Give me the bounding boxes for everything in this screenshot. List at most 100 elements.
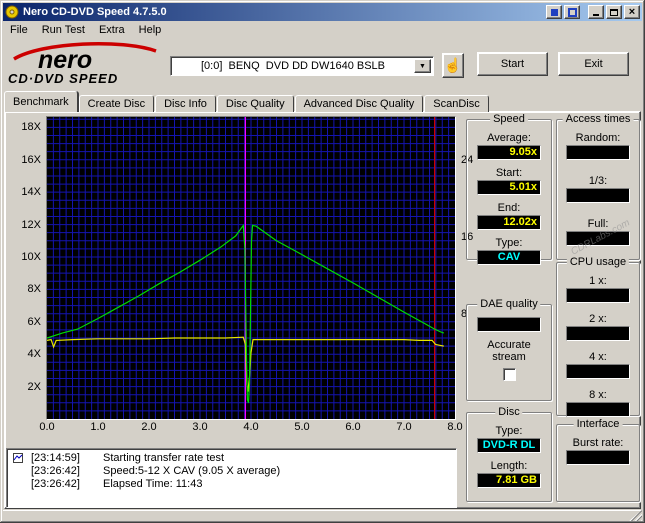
tab-disc-info[interactable]: Disc Info xyxy=(155,95,216,112)
log-message: Speed:5-12 X CAV (9.05 X average) xyxy=(103,465,281,477)
speed-start-label: Start: xyxy=(495,167,523,179)
x-tick-8-0: 8.0 xyxy=(447,421,463,433)
close-button[interactable]: × xyxy=(624,5,640,19)
y-tick-18x: 18X xyxy=(21,121,41,134)
interface-burst-rate-value xyxy=(566,450,630,465)
y-tick-16x: 16X xyxy=(21,153,41,166)
nero-logo: nero CD·DVD SPEED xyxy=(4,41,164,90)
maximize-button[interactable] xyxy=(606,5,622,19)
log-message: Elapsed Time: 11:43 xyxy=(103,478,203,490)
close-icon: × xyxy=(628,6,636,18)
log-line: [23:14:59] Starting transfer rate test xyxy=(9,452,454,465)
app-window: Nero CD-DVD Speed 4.7.5.0 × File Run Test… xyxy=(0,0,645,523)
speed-panel: Speed Average: 9.05x Start: 5.01x End: 12.02x… xyxy=(466,113,552,265)
menu-extra[interactable]: Extra xyxy=(92,22,132,38)
log-timestamp: [23:14:59] xyxy=(31,452,80,464)
cpu-8x-value xyxy=(566,402,630,417)
x-tick-1-0: 1.0 xyxy=(90,421,106,433)
x-tick-7-0: 7.0 xyxy=(396,421,412,433)
speed-end-label: End: xyxy=(497,202,521,214)
disc-panel: Disc Type: DVD-R DL Length: 7.81 GB xyxy=(466,406,552,502)
access-random-value xyxy=(566,145,630,160)
drive-select[interactable]: [0:0] BENQ DVD DD DW1640 BSLB ▼ xyxy=(170,56,434,76)
disc-panel-title: Disc xyxy=(495,406,523,418)
menu-help[interactable]: Help xyxy=(132,22,169,38)
y-tick-2x: 2X xyxy=(27,380,41,393)
resize-grip[interactable] xyxy=(629,510,642,521)
window-icon xyxy=(567,7,577,17)
y-tick-8x: 8X xyxy=(27,283,41,296)
app-disc-icon xyxy=(5,5,19,19)
speed-average-label: Average: xyxy=(487,132,531,144)
cpu-4x-value xyxy=(566,364,630,379)
x-tick-6-0: 6.0 xyxy=(345,421,361,433)
titlebar-extra-button-1[interactable] xyxy=(546,5,562,19)
transfer-test-icon xyxy=(13,453,23,463)
blue-square-icon xyxy=(550,8,558,16)
x-tick-4-0: 4.0 xyxy=(243,421,259,433)
tab-disc-quality[interactable]: Disc Quality xyxy=(216,95,294,112)
y-tick-6x: 6X xyxy=(27,315,41,328)
cpu-1x-label: 1 x: xyxy=(589,275,607,287)
exit-button[interactable]: Exit xyxy=(558,52,629,76)
dae-quality-panel: DAE quality Accurate stream xyxy=(466,298,552,401)
titlebar-extra-button-2[interactable] xyxy=(564,5,580,19)
cpu-usage-panel: CPU usage 1 x: 2 x: 4 x: 8 x: xyxy=(556,256,640,417)
interface-burst-rate-label: Burst rate: xyxy=(572,437,624,449)
logo-brand: nero xyxy=(38,46,92,74)
log-line: [23:26:42] Elapsed Time: 11:43 xyxy=(9,478,454,491)
access-random-label: Random: xyxy=(575,132,621,144)
log-timestamp: [23:26:42] xyxy=(31,465,80,477)
minimize-icon xyxy=(593,14,599,16)
access-one-third-label: 1/3: xyxy=(588,175,608,187)
y-tick-14x: 14X xyxy=(21,186,41,199)
tab-create-disc[interactable]: Create Disc xyxy=(78,95,155,112)
menu-file[interactable]: File xyxy=(3,22,35,38)
maximize-icon xyxy=(610,8,618,16)
disc-type-value: DVD-R DL xyxy=(477,438,541,453)
disc-length-value: 7.81 GB xyxy=(477,473,541,488)
y-tick-10x: 10X xyxy=(21,250,41,263)
tab-advanced-disc-quality[interactable]: Advanced Disc Quality xyxy=(294,95,424,112)
y-tick-4x: 4X xyxy=(27,348,41,361)
log-message: Starting transfer rate test xyxy=(103,452,225,464)
interface-panel-title: Interface xyxy=(573,418,623,430)
access-times-panel: Access times Random: 1/3: Full: xyxy=(556,113,640,260)
start-button[interactable]: Start xyxy=(477,52,548,76)
dae-quality-value xyxy=(477,317,541,332)
cpu-2x-value xyxy=(566,326,630,341)
accurate-stream-checkbox[interactable] xyxy=(502,368,516,381)
access-full-value xyxy=(566,231,630,246)
cpu-1x-value xyxy=(566,288,630,303)
hand-tool-button[interactable]: ☝ xyxy=(442,53,464,78)
tab-benchmark[interactable]: Benchmark xyxy=(4,91,78,112)
benchmark-chart xyxy=(46,116,456,420)
cpu-usage-panel-title: CPU usage xyxy=(566,256,630,268)
y-tick-12x: 12X xyxy=(21,218,41,231)
titlebar[interactable]: Nero CD-DVD Speed 4.7.5.0 × xyxy=(3,3,642,21)
menu-run-test[interactable]: Run Test xyxy=(35,22,92,38)
dropdown-arrow-icon[interactable]: ▼ xyxy=(414,59,431,73)
speed-start-value: 5.01x xyxy=(477,180,541,195)
statusbar xyxy=(3,510,642,521)
menubar: File Run Test Extra Help xyxy=(3,21,642,39)
x-axis: 0.0 1.0 2.0 3.0 4.0 5.0 6.0 7.0 8.0 xyxy=(39,421,462,434)
dae-quality-panel-title: DAE quality xyxy=(477,298,541,310)
chart-canvas xyxy=(46,117,455,419)
drive-select-value: [0:0] BENQ DVD DD DW1640 BSLB xyxy=(200,60,385,72)
tabstrip: Benchmark Create Disc Disc Info Disc Qualit… xyxy=(4,91,490,112)
interface-panel: Interface Burst rate: xyxy=(556,418,640,502)
speed-type-label: Type: xyxy=(495,237,523,249)
x-tick-2-0: 2.0 xyxy=(141,421,157,433)
disc-type-label: Type: xyxy=(495,425,523,437)
speed-type-value: CAV xyxy=(477,250,541,265)
minimize-button[interactable] xyxy=(588,5,604,19)
tab-scandisc[interactable]: ScanDisc xyxy=(424,95,489,112)
status-log[interactable]: [23:14:59] Starting transfer rate test [23… xyxy=(6,448,457,508)
hand-icon: ☝ xyxy=(444,57,462,73)
accurate-stream-label: Accurate stream xyxy=(487,339,531,363)
log-timestamp: [23:26:42] xyxy=(31,478,80,490)
access-times-panel-title: Access times xyxy=(562,113,634,125)
x-tick-5-0: 5.0 xyxy=(294,421,310,433)
disc-length-label: Length: xyxy=(490,460,528,472)
